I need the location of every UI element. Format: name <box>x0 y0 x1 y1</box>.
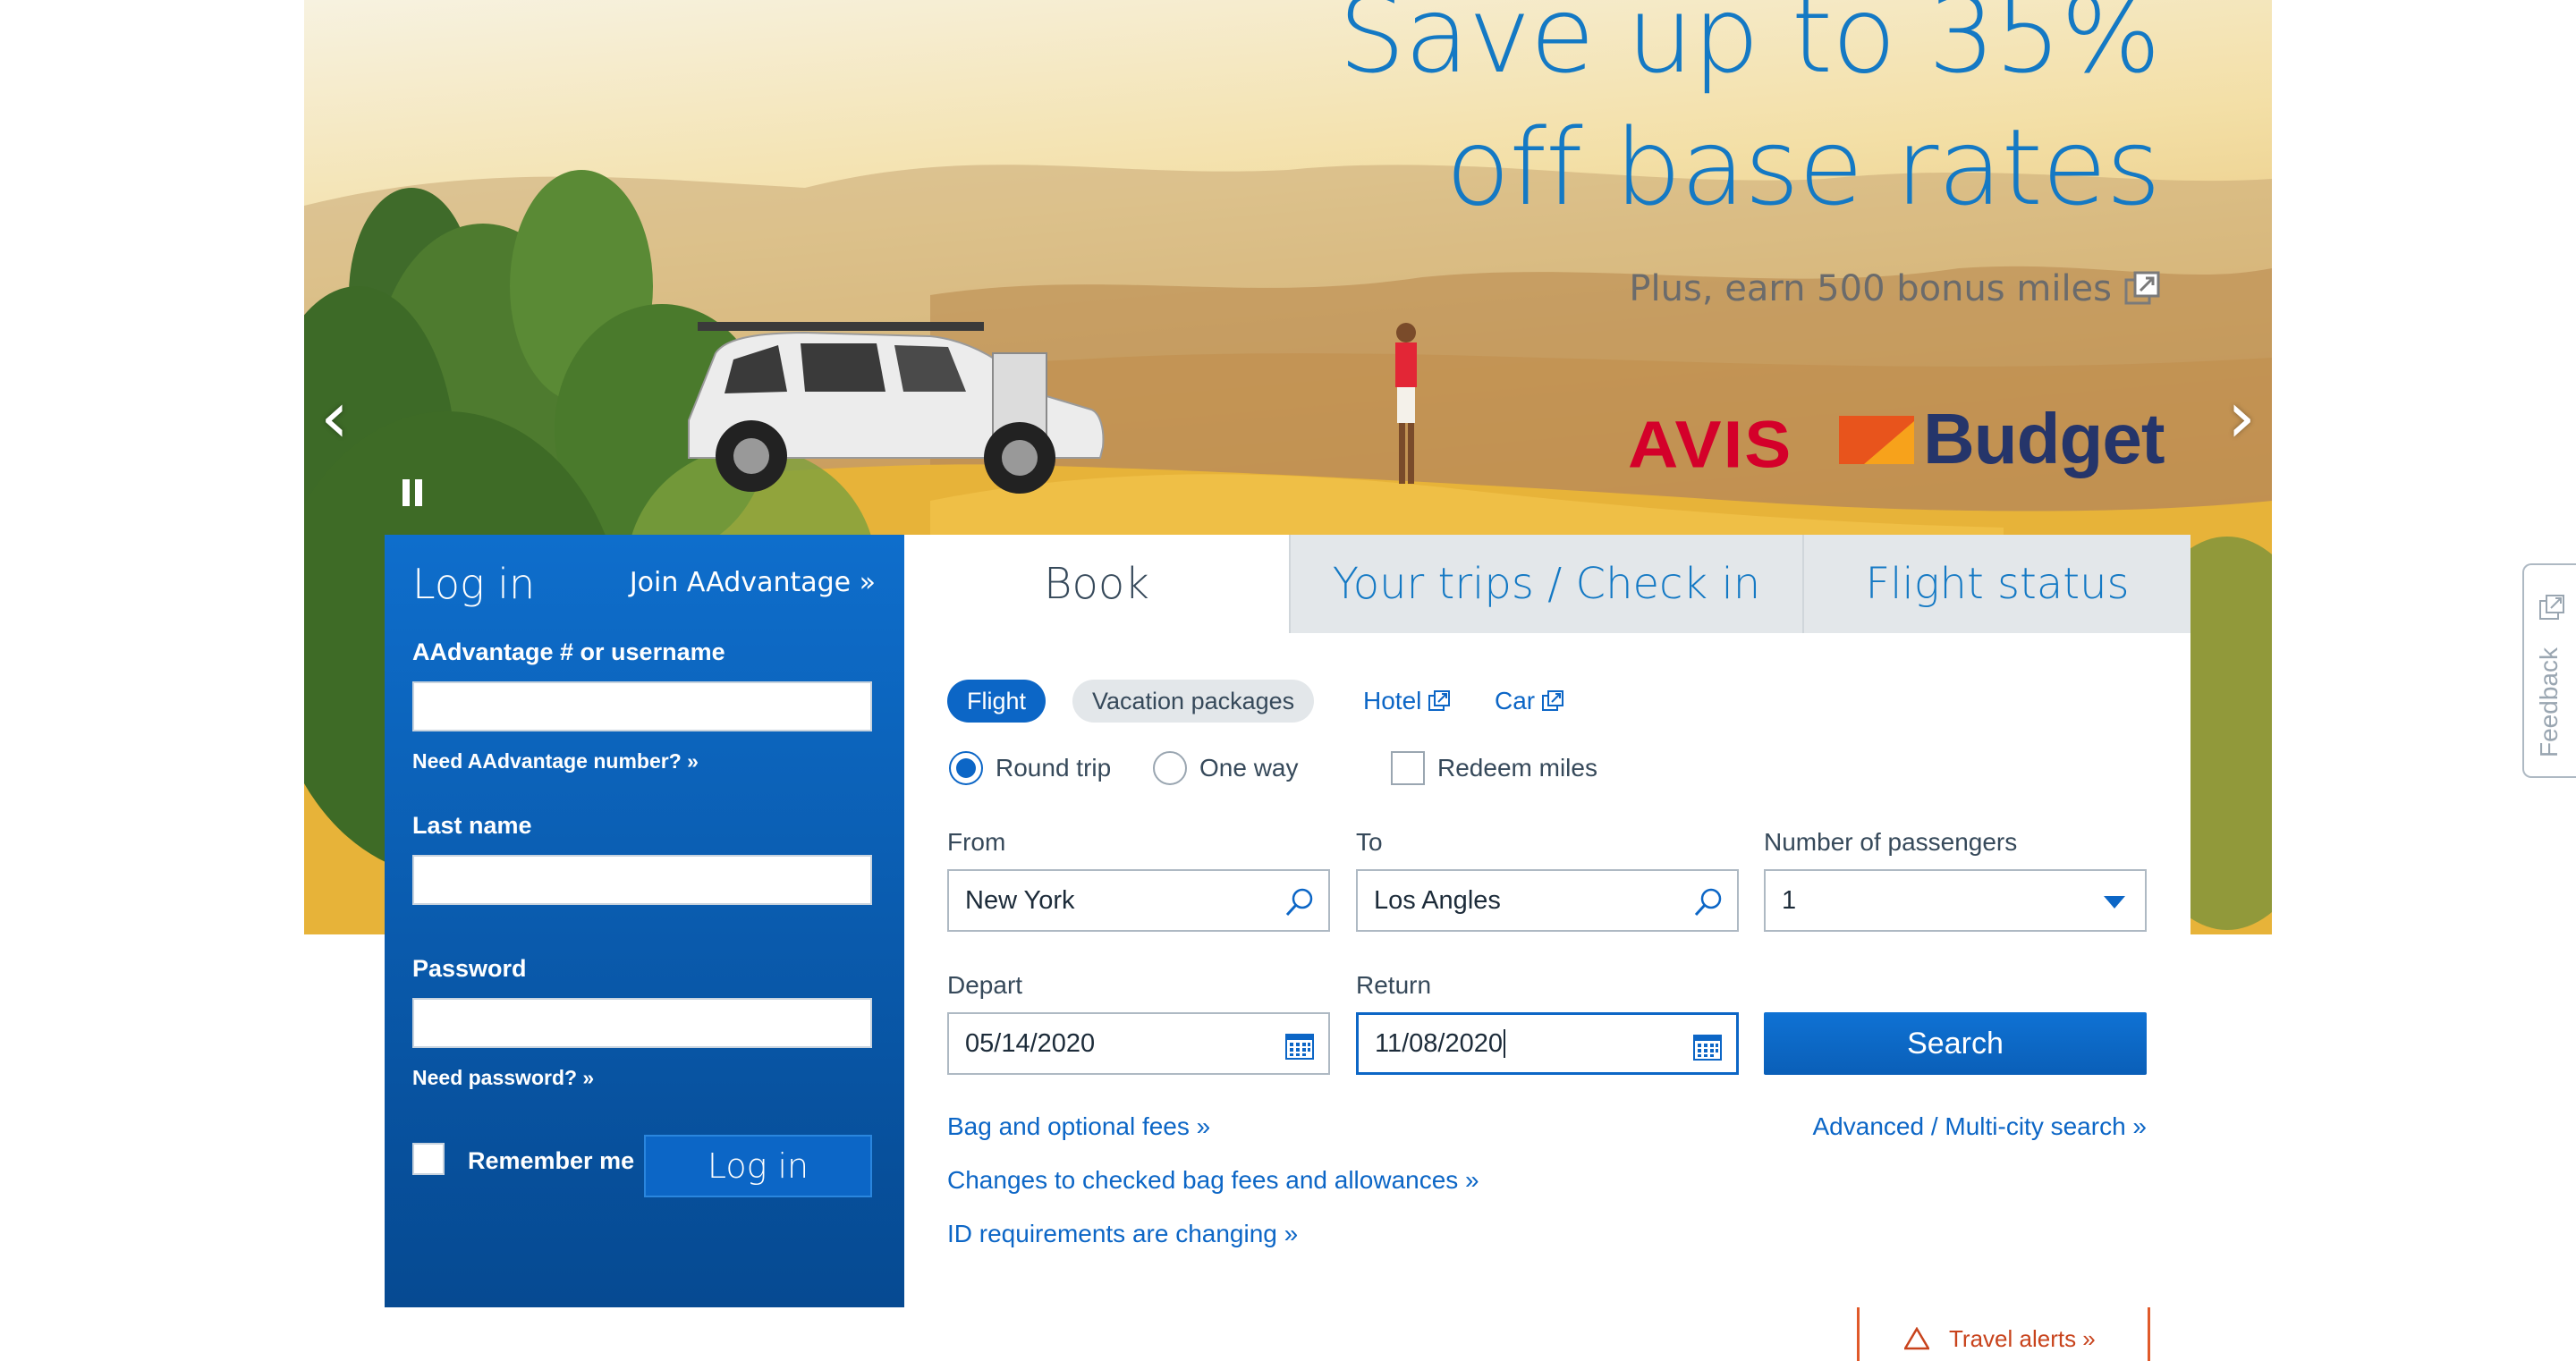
travel-alerts-link[interactable]: Travel alerts » <box>1949 1325 2096 1353</box>
login-button[interactable]: Log in <box>644 1135 872 1197</box>
magnifier-icon[interactable] <box>1692 886 1724 918</box>
carousel-prev-arrow[interactable]: ‹ <box>320 376 349 459</box>
depart-value: 05/14/2020 <box>965 1028 1096 1058</box>
advanced-search-link[interactable]: Advanced / Multi-city search » <box>1813 1112 2148 1141</box>
to-value: Los Angles <box>1374 885 1501 915</box>
return-date-input[interactable]: 11/08/2020 <box>1356 1012 1739 1075</box>
booking-tabs: Book Your trips / Check in Flight status <box>904 535 2190 633</box>
depart-label: Depart <box>947 971 1023 999</box>
to-input[interactable]: Los Angles <box>1356 869 1739 932</box>
external-link-icon <box>2539 595 2564 620</box>
pause-icon[interactable] <box>402 479 424 506</box>
tab-book[interactable]: Book <box>904 535 1289 633</box>
external-link-icon <box>2124 271 2160 305</box>
chevron-down-icon <box>2104 896 2125 909</box>
promo-headline-line2: off base rates <box>1445 106 2161 229</box>
avis-logo: AVIS <box>1628 407 1793 482</box>
from-value: New York <box>965 885 1075 915</box>
promo-headline-line1: Save up to 35% <box>1338 0 2161 97</box>
magnifier-icon[interactable] <box>1284 886 1316 918</box>
booking-panel: Book Your trips / Check in Flight status… <box>904 535 2190 1307</box>
hotel-link[interactable]: Hotel <box>1363 687 1451 715</box>
one-way-label: One way <box>1199 754 1299 782</box>
id-requirements-link[interactable]: ID requirements are changing » <box>947 1220 1298 1248</box>
budget-logo-mark <box>1839 416 1914 464</box>
password-label: Password <box>412 955 527 982</box>
travel-alerts-banner[interactable]: Travel alerts » <box>1857 1307 2150 1361</box>
redeem-miles-label: Redeem miles <box>1437 754 1597 782</box>
external-link-icon <box>1542 690 1564 711</box>
carousel-next-arrow[interactable]: › <box>2227 376 2256 459</box>
from-input[interactable]: New York <box>947 869 1330 932</box>
round-trip-radio[interactable] <box>949 751 983 785</box>
login-title: Log in <box>412 560 536 608</box>
passengers-value: 1 <box>1782 885 1797 915</box>
text-caret <box>1504 1029 1505 1058</box>
password-input[interactable] <box>412 998 872 1048</box>
feedback-tab[interactable]: Feedback <box>2522 563 2576 778</box>
join-aadvantage-link[interactable]: Join AAdvantage » <box>630 567 876 598</box>
vacation-packages-pill[interactable]: Vacation packages <box>1072 680 1315 723</box>
return-label: Return <box>1356 971 1432 999</box>
feedback-label: Feedback <box>2535 647 2563 757</box>
search-button[interactable]: Search <box>1764 1012 2147 1075</box>
warning-triangle-icon <box>1904 1327 1929 1350</box>
need-password-link[interactable]: Need password? » <box>412 1066 594 1090</box>
car-link[interactable]: Car <box>1495 687 1564 715</box>
redeem-miles-option[interactable]: Redeem miles <box>1391 751 1597 785</box>
passengers-select[interactable]: 1 <box>1764 869 2147 932</box>
depart-date-input[interactable]: 05/14/2020 <box>947 1012 1330 1075</box>
lastname-label: Last name <box>412 812 532 839</box>
checked-bag-changes-link[interactable]: Changes to checked bag fees and allowanc… <box>947 1166 1479 1195</box>
round-trip-label: Round trip <box>996 754 1112 782</box>
round-trip-option[interactable]: Round trip <box>949 751 1111 785</box>
tab-your-trips[interactable]: Your trips / Check in <box>1289 535 1802 633</box>
passengers-label: Number of passengers <box>1764 828 2018 856</box>
login-panel: Log in Join AAdvantage » AAdvantage # or… <box>385 535 904 1307</box>
calendar-icon[interactable] <box>1691 1030 1724 1062</box>
promo-subtitle-text: Plus, earn 500 bonus miles <box>1629 268 2112 309</box>
external-link-icon <box>1428 690 1451 711</box>
car-link-label: Car <box>1495 687 1536 714</box>
hotel-link-label: Hotel <box>1363 687 1422 714</box>
budget-logo: Budget <box>1923 399 2165 478</box>
need-number-link[interactable]: Need AAdvantage number? » <box>412 749 699 773</box>
return-value: 11/08/2020 <box>1375 1028 1503 1058</box>
username-label: AAdvantage # or username <box>412 638 725 665</box>
flight-pill[interactable]: Flight <box>947 680 1046 723</box>
one-way-option[interactable]: One way <box>1153 751 1299 785</box>
remember-me-label: Remember me <box>468 1147 635 1174</box>
calendar-icon[interactable] <box>1284 1029 1316 1061</box>
promo-subtitle-link[interactable]: Plus, earn 500 bonus miles <box>1629 268 2160 309</box>
redeem-miles-checkbox[interactable] <box>1391 751 1425 785</box>
to-label: To <box>1356 828 1383 856</box>
username-input[interactable] <box>412 681 872 731</box>
one-way-radio[interactable] <box>1153 751 1187 785</box>
remember-me-checkbox[interactable] <box>412 1143 445 1175</box>
tab-flight-status[interactable]: Flight status <box>1802 535 2190 633</box>
bag-fees-link[interactable]: Bag and optional fees » <box>947 1112 1210 1141</box>
lastname-input[interactable] <box>412 855 872 905</box>
from-label: From <box>947 828 1006 856</box>
